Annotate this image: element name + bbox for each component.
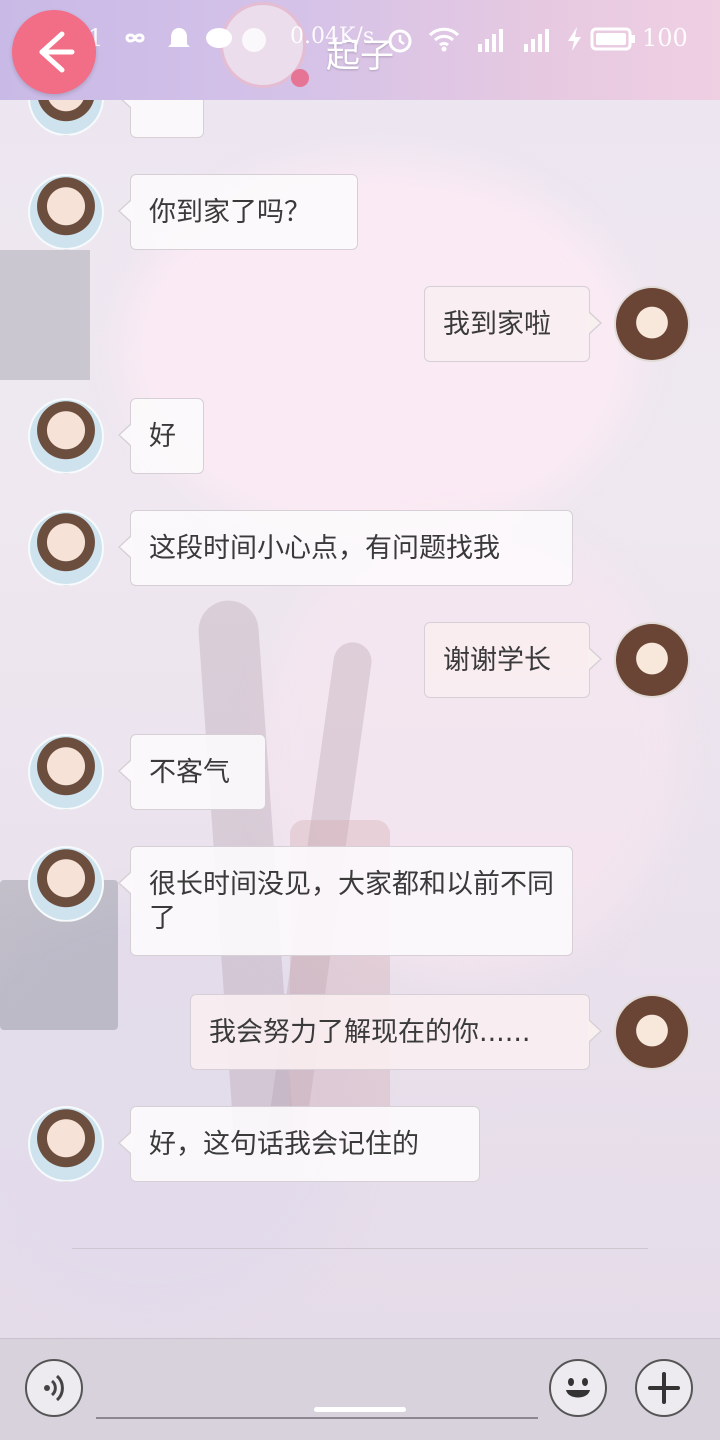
app-notification-icon — [168, 28, 190, 47]
emoji-button[interactable] — [549, 1359, 607, 1417]
message-icon — [206, 28, 232, 48]
message-bubble[interactable]: 好，这句话我会记住的 — [118, 1106, 480, 1182]
signal-2-icon — [524, 29, 549, 52]
avatar-senior[interactable] — [28, 398, 104, 474]
message-bubble — [118, 100, 204, 138]
emoji-icon — [566, 1378, 590, 1398]
message-bubble[interactable]: 我会努力了解现在的你...... — [190, 994, 602, 1070]
message-bubble[interactable]: 这段时间小心点，有问题找我 — [118, 510, 573, 586]
battery-level: 100 — [642, 24, 688, 52]
plus-icon — [648, 1372, 680, 1404]
charging-icon — [568, 27, 581, 51]
avatar-senior[interactable] — [28, 100, 104, 136]
message-bubble[interactable]: 好 — [118, 398, 204, 474]
infinity-icon — [125, 33, 145, 43]
arrow-left-icon — [39, 31, 75, 73]
avatar-senior[interactable] — [28, 1106, 104, 1182]
panda-status-icon — [242, 28, 266, 52]
more-button[interactable] — [635, 1359, 693, 1417]
input-bar — [0, 1338, 720, 1440]
message-bubble[interactable]: 很长时间没见，大家都和以前不同了 — [118, 846, 573, 956]
status-bar: 06:11 0.04K/s 100 — [0, 20, 720, 60]
chat-end-divider — [72, 1248, 648, 1249]
back-button[interactable] — [12, 10, 96, 94]
battery-icon — [590, 27, 635, 51]
wifi-icon — [428, 27, 460, 52]
avatar-senior[interactable] — [28, 846, 104, 922]
message-input[interactable] — [96, 1417, 538, 1419]
avatar-senior[interactable] — [28, 510, 104, 586]
alarm-icon — [388, 29, 412, 53]
message-bubble[interactable]: 我到家啦 — [424, 286, 602, 362]
voice-icon — [44, 1374, 64, 1402]
home-indicator[interactable] — [314, 1407, 406, 1412]
avatar-me[interactable] — [614, 994, 690, 1070]
avatar-me[interactable] — [614, 286, 690, 362]
avatar-senior[interactable] — [28, 174, 104, 250]
net-speed: 0.04K/s — [290, 24, 375, 49]
signal-1-icon — [478, 29, 503, 52]
avatar-me[interactable] — [614, 622, 690, 698]
header-bar: 起子 06:11 0.04K/s 100 — [0, 0, 720, 100]
message-bubble[interactable]: 不客气 — [118, 734, 266, 810]
message-bubble[interactable]: 谢谢学长 — [424, 622, 602, 698]
message-bubble[interactable]: 你到家了吗？ — [118, 174, 358, 250]
chat-list[interactable]: 你到家了吗？ 我到家啦 好 这段时间小心点，有问题找我 谢谢学长 不客气 很长时… — [0, 100, 720, 1250]
voice-button[interactable] — [25, 1359, 83, 1417]
avatar-senior[interactable] — [28, 734, 104, 810]
